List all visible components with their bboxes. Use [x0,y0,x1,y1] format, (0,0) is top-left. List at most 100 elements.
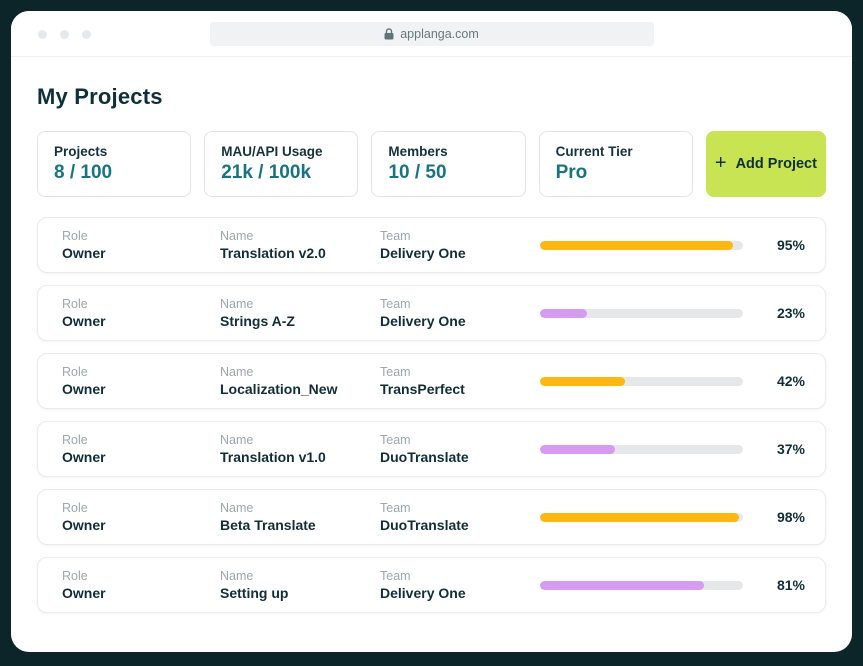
progress-percent: 98% [761,509,805,525]
team-column-label: Team [380,569,540,583]
role-column-label: Role [62,365,220,379]
progress-bar-fill [540,377,625,386]
role-cell: Role Owner [62,365,220,397]
stat-label: Current Tier [556,144,676,159]
stat-value: Pro [556,162,676,184]
role-value: Owner [62,381,220,397]
role-cell: Role Owner [62,501,220,533]
role-column-label: Role [62,297,220,311]
stats-row: Projects 8 / 100 MAU/API Usage 21k / 100… [37,131,826,197]
progress-bar-fill [540,309,587,318]
progress-percent: 95% [761,237,805,253]
progress-percent: 42% [761,373,805,389]
add-project-button[interactable]: + Add Project [706,131,826,197]
team-cell: Team DuoTranslate [380,501,540,533]
name-column-label: Name [220,297,380,311]
window-dot[interactable] [38,30,47,39]
progress-bar-wrap [540,377,761,386]
stat-card: Current Tier Pro [539,131,693,197]
name-cell: Name Beta Translate [220,501,380,533]
project-row[interactable]: Role Owner Name Translation v2.0 Team De… [37,217,826,273]
team-value: Delivery One [380,313,540,329]
traffic-light-dots [38,30,91,39]
stat-value: 21k / 100k [221,162,341,184]
name-column-label: Name [220,569,380,583]
progress-bar-wrap [540,445,761,454]
role-value: Owner [62,449,220,465]
name-cell: Name Setting up [220,569,380,601]
team-column-label: Team [380,501,540,515]
team-column-label: Team [380,229,540,243]
name-column-label: Name [220,501,380,515]
progress-bar-wrap [540,241,761,250]
progress-bar-track [540,241,743,250]
role-column-label: Role [62,229,220,243]
window-dot[interactable] [60,30,69,39]
progress-bar-track [540,309,743,318]
project-row[interactable]: Role Owner Name Beta Translate Team DuoT… [37,489,826,545]
team-cell: Team TransPerfect [380,365,540,397]
team-value: TransPerfect [380,381,540,397]
plus-icon: + [715,153,727,173]
progress-bar-track [540,581,743,590]
role-value: Owner [62,313,220,329]
team-cell: Team Delivery One [380,297,540,329]
team-cell: Team DuoTranslate [380,433,540,465]
progress-bar-fill [540,581,704,590]
team-column-label: Team [380,365,540,379]
url-bar[interactable]: applanga.com [210,22,654,46]
team-column-label: Team [380,433,540,447]
project-name: Setting up [220,585,380,601]
project-row[interactable]: Role Owner Name Setting up Team Delivery… [37,557,826,613]
progress-percent: 23% [761,305,805,321]
stat-card: MAU/API Usage 21k / 100k [204,131,358,197]
role-cell: Role Owner [62,297,220,329]
role-value: Owner [62,585,220,601]
project-row[interactable]: Role Owner Name Translation v1.0 Team Du… [37,421,826,477]
dark-backdrop: applanga.com My Projects Projects 8 / 10… [0,0,863,666]
project-row[interactable]: Role Owner Name Strings A-Z Team Deliver… [37,285,826,341]
name-cell: Name Strings A-Z [220,297,380,329]
progress-bar-track [540,377,743,386]
project-list: Role Owner Name Translation v2.0 Team De… [37,217,826,613]
progress-bar-fill [540,513,739,522]
progress-percent: 37% [761,441,805,457]
role-value: Owner [62,245,220,261]
progress-bar-fill [540,445,615,454]
project-name: Beta Translate [220,517,380,533]
team-value: DuoTranslate [380,449,540,465]
browser-window: applanga.com My Projects Projects 8 / 10… [11,11,852,652]
role-cell: Role Owner [62,569,220,601]
team-cell: Team Delivery One [380,229,540,261]
team-value: DuoTranslate [380,517,540,533]
progress-bar-wrap [540,309,761,318]
stat-label: Members [388,144,508,159]
main-content: My Projects Projects 8 / 100 MAU/API Usa… [11,57,852,613]
stat-card: Members 10 / 50 [371,131,525,197]
add-project-label: Add Project [736,156,817,172]
team-value: Delivery One [380,585,540,601]
progress-bar-fill [540,241,733,250]
stat-label: Projects [54,144,174,159]
project-name: Localization_New [220,381,380,397]
progress-percent: 81% [761,577,805,593]
window-dot[interactable] [82,30,91,39]
progress-bar-wrap [540,513,761,522]
project-name: Translation v2.0 [220,245,380,261]
role-column-label: Role [62,501,220,515]
progress-bar-track [540,445,743,454]
progress-bar-track [540,513,743,522]
team-value: Delivery One [380,245,540,261]
stat-label: MAU/API Usage [221,144,341,159]
lock-icon [384,28,394,40]
name-cell: Name Translation v2.0 [220,229,380,261]
role-cell: Role Owner [62,229,220,261]
name-cell: Name Translation v1.0 [220,433,380,465]
url-text: applanga.com [400,27,479,41]
name-column-label: Name [220,365,380,379]
name-column-label: Name [220,433,380,447]
stat-card: Projects 8 / 100 [37,131,191,197]
team-cell: Team Delivery One [380,569,540,601]
project-row[interactable]: Role Owner Name Localization_New Team Tr… [37,353,826,409]
project-name: Translation v1.0 [220,449,380,465]
